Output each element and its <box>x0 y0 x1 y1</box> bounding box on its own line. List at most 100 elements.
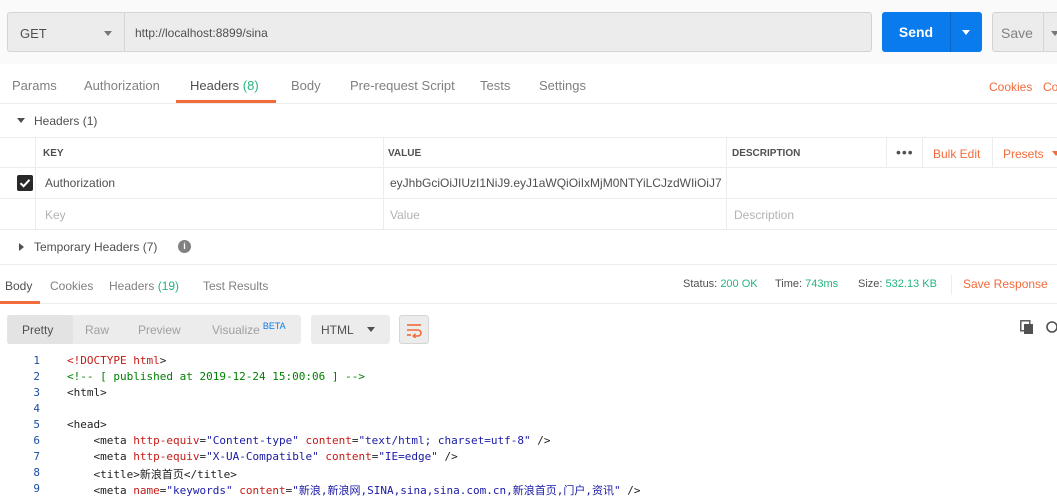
info-icon[interactable]: i <box>178 240 191 253</box>
table-header-row: KEY VALUE DESCRIPTION ••• Bulk Edit Pres… <box>0 137 1057 168</box>
send-button[interactable]: Send <box>882 12 982 52</box>
save-response-button[interactable]: Save Response <box>963 277 1048 291</box>
save-button[interactable]: Save <box>992 12 1057 52</box>
description-input[interactable]: Description <box>734 208 794 222</box>
key-input[interactable]: Key <box>45 208 66 222</box>
header-value-cell[interactable]: eyJhbGciOiJIUzI1NiJ9.eyJ1aWQiOiIxMjM0NTY… <box>390 176 722 190</box>
copy-icon[interactable] <box>1020 320 1034 335</box>
table-row-empty: Key Value Description <box>0 199 1057 230</box>
tab-prerequest-script[interactable]: Pre-request Script <box>350 78 455 93</box>
response-body-code[interactable]: 1 <!DOCTYPE html> 2 <!-- [ published at 201… <box>0 354 1057 498</box>
more-options-icon[interactable]: ••• <box>896 144 914 160</box>
code-line: 8 <title>新浪首页</title> <box>0 466 1057 482</box>
tab-headers-label: Headers <box>190 78 240 93</box>
chevron-down-icon <box>1051 151 1057 156</box>
format-label: HTML <box>321 323 354 337</box>
headers-section-title[interactable]: Headers (1) <box>34 114 97 128</box>
active-response-tab-indicator <box>0 301 40 304</box>
tab-params[interactable]: Params <box>12 78 57 93</box>
response-tab-test-results[interactable]: Test Results <box>203 279 268 293</box>
view-preview-button[interactable]: Preview <box>138 323 181 337</box>
column-description: DESCRIPTION <box>732 148 801 159</box>
code-line: 5 <head> <box>0 418 1057 434</box>
code-text: <head> <box>67 418 107 431</box>
method-select[interactable]: GET <box>7 12 124 52</box>
save-label: Save <box>1001 25 1033 41</box>
search-icon[interactable] <box>1044 320 1057 335</box>
size-value: 532.13 KB <box>885 278 937 290</box>
code-text: <meta http-equiv="Content-type" content=… <box>93 434 551 447</box>
line-number: 7 <box>33 450 40 463</box>
code-line: 4 <box>0 402 1057 418</box>
bulk-edit-link[interactable]: Bulk Edit <box>933 147 980 161</box>
tab-authorization[interactable]: Authorization <box>84 78 160 93</box>
code-text: <meta http-equiv="X-UA-Compatible" conte… <box>93 450 458 463</box>
time-label: Time: <box>775 278 803 290</box>
response-headers-count: (19) <box>157 279 180 293</box>
tab-headers[interactable]: Headers (8) <box>190 78 259 93</box>
code-line: 6 <meta http-equiv="Content-type" conten… <box>0 434 1057 450</box>
headers-table: KEY VALUE DESCRIPTION ••• Bulk Edit Pres… <box>0 137 1057 230</box>
collapse-headers-icon[interactable] <box>17 118 25 123</box>
line-number: 6 <box>33 434 40 447</box>
active-tab-indicator <box>176 100 276 103</box>
response-tab-cookies[interactable]: Cookies <box>50 279 93 293</box>
code-line: 3 <html> <box>0 386 1057 402</box>
request-bar: GET http://localhost:8899/sina Send Save <box>0 0 1057 64</box>
column-value: VALUE <box>388 148 422 159</box>
temporary-headers-title[interactable]: Temporary Headers (7) <box>34 240 157 254</box>
send-label: Send <box>898 24 934 40</box>
line-number: 9 <box>33 482 40 495</box>
url-input[interactable]: http://localhost:8899/sina <box>124 12 872 52</box>
method-label: GET <box>20 26 47 41</box>
header-key-cell[interactable]: Authorization <box>45 176 375 190</box>
response-bar: Body Cookies Headers (19) Test Results S… <box>0 264 1057 304</box>
table-row: Authorization eyJhbGciOiJIUzI1NiJ9.eyJ1a… <box>0 168 1057 199</box>
save-options-chevron-icon[interactable] <box>1051 31 1057 36</box>
code-text: <!DOCTYPE html> <box>67 354 167 367</box>
code-line: 9 <meta name="keywords" content="新浪,新浪网,… <box>0 482 1057 498</box>
view-visualize-button[interactable]: Visualize BETA <box>212 321 286 337</box>
send-divider <box>950 12 951 52</box>
code-line: 1 <!DOCTYPE html> <box>0 354 1057 370</box>
format-select[interactable]: HTML <box>311 315 390 344</box>
tab-body[interactable]: Body <box>291 78 321 93</box>
status-readout: Status: 200 OK <box>683 278 758 290</box>
check-icon <box>19 179 31 188</box>
visualize-label: Visualize <box>212 323 260 337</box>
tab-tests[interactable]: Tests <box>480 78 510 93</box>
wrap-lines-button[interactable] <box>399 315 429 344</box>
cookies-link[interactable]: Cookies <box>989 80 1032 94</box>
code-link[interactable]: Co <box>1043 80 1057 94</box>
response-tab-body[interactable]: Body <box>5 279 32 293</box>
tab-headers-count: (8) <box>242 78 259 93</box>
code-text: <html> <box>67 386 107 399</box>
view-pretty-button[interactable]: Pretty <box>22 323 53 337</box>
value-input[interactable]: Value <box>390 208 420 222</box>
request-tabs: Params Authorization Headers (8) Body Pr… <box>0 64 1057 104</box>
status-value: 200 OK <box>720 278 758 290</box>
presets-label: Presets <box>1003 147 1044 161</box>
time-readout: Time: 743ms <box>775 278 838 290</box>
status-label: Status: <box>683 278 718 290</box>
code-line: 7 <meta http-equiv="X-UA-Compatible" con… <box>0 450 1057 466</box>
line-number: 1 <box>33 354 40 367</box>
view-raw-button[interactable]: Raw <box>85 323 109 337</box>
line-number: 3 <box>33 386 40 399</box>
line-number: 4 <box>33 402 40 415</box>
url-value: http://localhost:8899/sina <box>135 26 268 40</box>
response-tab-headers[interactable]: Headers (19) <box>109 279 179 293</box>
send-options-chevron-icon[interactable] <box>962 30 970 35</box>
code-line: 2 <!-- [ published at 2019-12-24 15:00:06… <box>0 370 1057 386</box>
wrap-lines-icon <box>407 324 422 338</box>
size-label: Size: <box>858 278 883 290</box>
response-headers-label: Headers <box>109 279 155 293</box>
body-view-selector: Pretty Raw Preview Visualize BETA <box>7 315 301 344</box>
expand-temporary-headers-icon[interactable] <box>19 243 24 251</box>
chevron-down-icon <box>104 31 112 36</box>
row-enabled-checkbox[interactable] <box>17 175 33 191</box>
presets-dropdown[interactable]: Presets <box>1003 147 1057 161</box>
size-readout: Size: 532.13 KB <box>858 278 937 290</box>
time-value: 743ms <box>805 278 839 290</box>
tab-settings[interactable]: Settings <box>539 78 586 93</box>
